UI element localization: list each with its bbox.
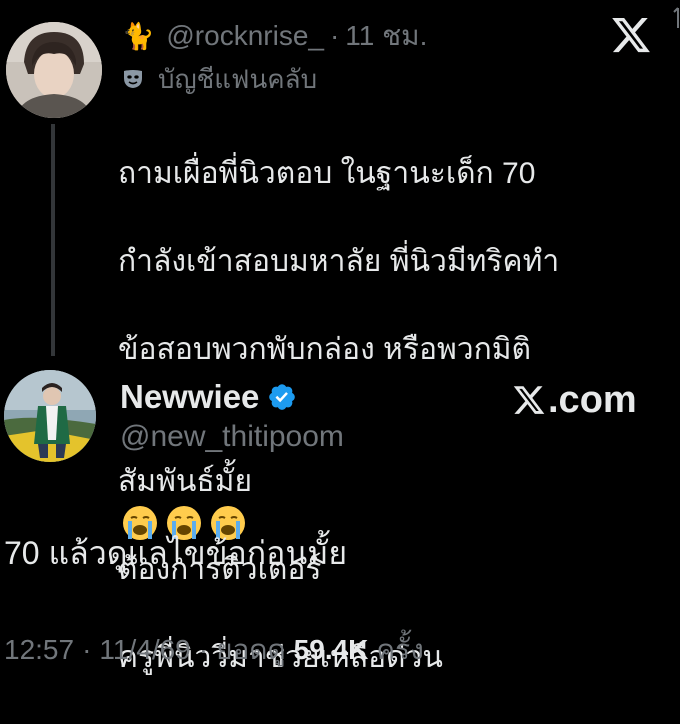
quoted-time[interactable]: 11 ชม.: [345, 14, 427, 58]
tweet-line: ถามเผื่อพี่นิวตอบ ในฐานะเด็ก 70: [118, 157, 536, 190]
views-label: ยอดดู: [216, 634, 286, 665]
views-count[interactable]: 59.4K: [294, 634, 369, 666]
verified-badge-icon: [269, 384, 296, 410]
x-logo-icon: [513, 386, 545, 414]
xcom-watermark: .com: [512, 378, 637, 422]
post-date[interactable]: 11/4/69: [99, 634, 190, 666]
edge-fragment: [668, 6, 680, 32]
author-name[interactable]: Newwiee: [120, 378, 259, 416]
fan-account-label: บัญชีแฟนคลับ: [122, 62, 317, 96]
xcom-text: .com: [548, 378, 637, 421]
fan-label-text: บัญชีแฟนคลับ: [158, 63, 318, 94]
quoted-meta: 🐈 @rocknrise_ · 11 ชม.: [122, 18, 427, 54]
mask-icon: [124, 70, 142, 88]
thread-line: [51, 124, 55, 356]
meta-separator: ·: [329, 20, 340, 51]
author-name-row[interactable]: Newwiee: [120, 376, 297, 418]
reply-text: 70 แล้วดูแลไขข้อก่อนมั้ย: [4, 535, 348, 571]
author-avatar[interactable]: [4, 370, 96, 462]
tweet-line: กำลังเข้าสอบมหาลัย พี่นิวมีทริคทำ: [118, 245, 560, 278]
quoted-handle[interactable]: @rocknrise_: [166, 20, 324, 52]
cat-emoji: 🐈: [122, 20, 155, 51]
x-logo-icon[interactable]: [610, 14, 652, 56]
footer-separator: ·: [82, 634, 92, 665]
quoted-avatar[interactable]: [6, 22, 102, 118]
footer-separator: ·: [198, 634, 209, 665]
author-handle[interactable]: @new_thitipoom: [120, 420, 344, 454]
views-suffix: ครั้ง: [376, 634, 424, 665]
tweet-line: ข้อสอบพวกพับกล่อง หรือพวกมิติ: [118, 333, 531, 366]
tweet-text-fragment: สัมพันธ์มั้ย: [118, 465, 253, 498]
post-time[interactable]: 12:57: [4, 634, 74, 666]
tweet-footer: 12:57 · 11/4/69 · ยอดดู 59.4K ครั้ง: [4, 630, 424, 670]
